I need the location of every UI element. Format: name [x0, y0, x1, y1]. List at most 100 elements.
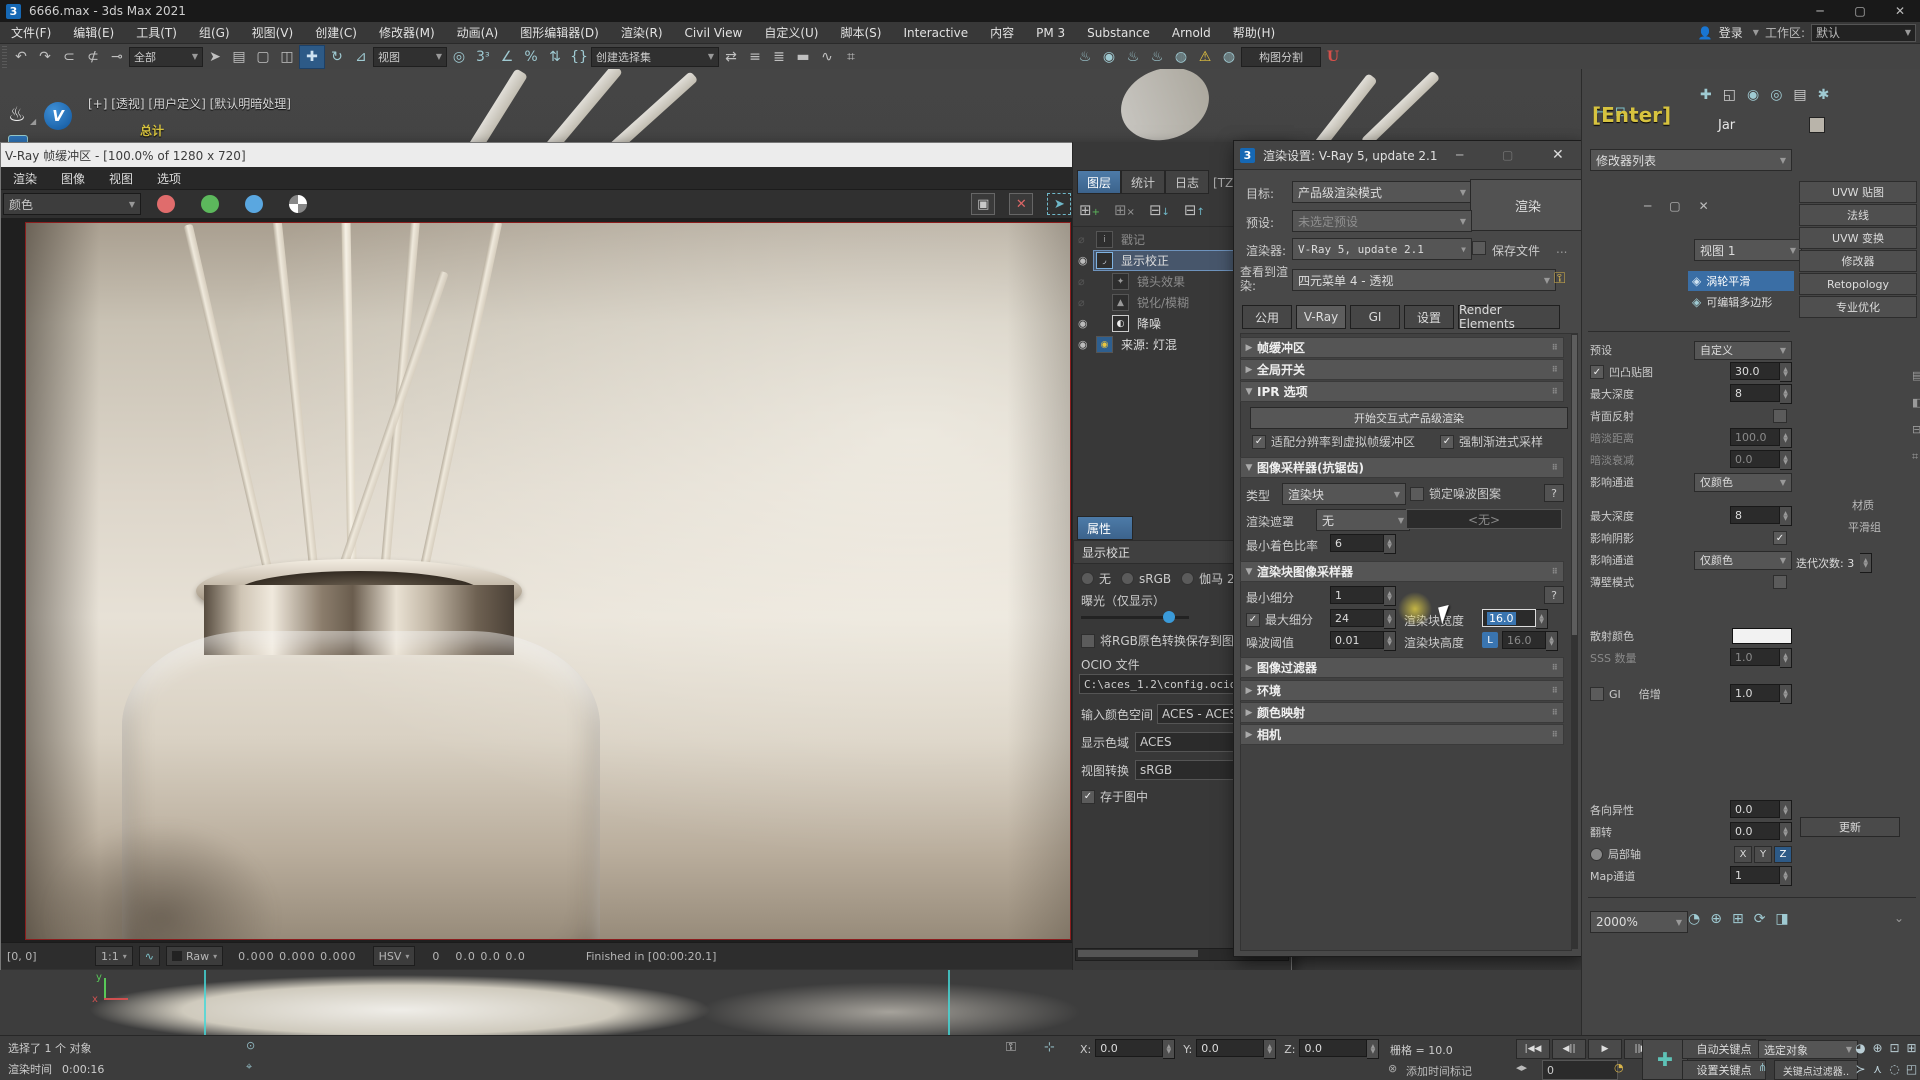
- absolute-mode-icon[interactable]: ⊹: [1044, 1040, 1055, 1055]
- param-薄壁模式-control[interactable]: [1773, 575, 1792, 589]
- menu-内容[interactable]: 内容: [979, 22, 1025, 43]
- bucket-help-button[interactable]: ?: [1544, 586, 1564, 604]
- slate-maximize-icon[interactable]: ▢: [1669, 199, 1680, 213]
- exposure-slider[interactable]: [1081, 616, 1189, 619]
- sampler-type-select[interactable]: 渲染块▼: [1282, 483, 1406, 505]
- slate-close-icon[interactable]: ✕: [1699, 199, 1709, 213]
- zoom-all-icon[interactable]: ⊕: [1869, 1039, 1886, 1057]
- keep-in-image-checkbox[interactable]: ✓: [1081, 790, 1095, 804]
- eye-visible-icon[interactable]: ◉: [1078, 338, 1094, 351]
- selection-filter-select[interactable]: 全部▼: [129, 47, 203, 67]
- strip-icon[interactable]: ⊟: [1912, 423, 1920, 436]
- material-editor-icon[interactable]: ◍: [1169, 46, 1193, 68]
- dock-tab-图层[interactable]: 图层: [1077, 170, 1121, 194]
- min-subdivs-spinner[interactable]: 1▲▼: [1330, 586, 1396, 606]
- modifier-preset-法线[interactable]: 法线: [1799, 204, 1917, 226]
- fit-resolution-checkbox[interactable]: ✓适配分辨率到虚拟帧缓冲区: [1252, 433, 1415, 450]
- modifier-preset-修改器[interactable]: 修改器: [1799, 250, 1917, 272]
- preset-select[interactable]: 未选定预设▼: [1292, 210, 1472, 232]
- composition-split-button[interactable]: 构图分割: [1241, 47, 1321, 67]
- crossing-icon[interactable]: ◫: [275, 46, 299, 68]
- modifier-preset-UVW 变换[interactable]: UVW 变换: [1799, 227, 1917, 249]
- menu-工具(T)[interactable]: 工具(T): [125, 22, 188, 43]
- tab-display-icon[interactable]: ▤: [1793, 87, 1806, 103]
- param-最大深度-control[interactable]: 8▲▼: [1730, 384, 1792, 404]
- param-暗淡距离-control[interactable]: 100.0▲▼: [1730, 428, 1792, 448]
- param-背面反射-control[interactable]: [1773, 409, 1792, 423]
- menu-编辑(E)[interactable]: 编辑(E): [62, 22, 125, 43]
- load-layers-icon[interactable]: ⊟↑: [1184, 201, 1205, 219]
- bind-icon[interactable]: ⊸: [105, 46, 129, 68]
- curve-editor-icon[interactable]: ∿: [815, 46, 839, 68]
- rollout-图像采样器(抗锯齿)[interactable]: ▼图像采样器(抗锯齿)⠿: [1240, 457, 1564, 478]
- vfb-icon[interactable]: ◉: [1097, 46, 1121, 68]
- modifier-preset-专业优化[interactable]: 专业优化: [1799, 296, 1917, 318]
- menu-图形编辑器(D)[interactable]: 图形编辑器(D): [509, 22, 610, 43]
- collapse-chevron-icon[interactable]: ⌄: [1894, 911, 1904, 925]
- eye-hidden-icon[interactable]: ⌀: [1078, 296, 1094, 309]
- modifier-stack-item[interactable]: ◈涡轮平滑: [1688, 271, 1794, 291]
- delete-layer-icon[interactable]: ⊞×: [1114, 201, 1135, 219]
- menu-帮助(H)[interactable]: 帮助(H): [1222, 22, 1286, 43]
- dialog-scrollbar[interactable]: [1571, 333, 1578, 949]
- lock-view-icon[interactable]: ⚿: [1554, 269, 1565, 287]
- render-iterative-icon[interactable]: ♨: [1145, 46, 1169, 68]
- render-production-icon[interactable]: ♨: [1121, 46, 1145, 68]
- clear-image-icon[interactable]: ✕: [1009, 193, 1033, 215]
- rollout-图像过滤器[interactable]: ▶图像过滤器⠿: [1240, 657, 1564, 678]
- tab-modify-icon[interactable]: ◱: [1723, 87, 1736, 103]
- hsv-select[interactable]: HSV▾: [373, 946, 416, 966]
- eye-hidden-icon[interactable]: ⌀: [1078, 275, 1094, 288]
- current-frame-field[interactable]: 0: [1542, 1060, 1618, 1080]
- save-file-browse[interactable]: ...: [1556, 242, 1567, 256]
- menu-视图(V)[interactable]: 视图(V): [241, 22, 305, 43]
- rollout-帧缓冲区[interactable]: ▶帧缓冲区⠿: [1240, 337, 1564, 358]
- start-ipr-button[interactable]: 开始交互式产品级渲染: [1250, 407, 1568, 429]
- slate-view-select[interactable]: 视图 1▼: [1694, 239, 1802, 261]
- menu-渲染(R)[interactable]: 渲染(R): [610, 22, 674, 43]
- menu-自定义(U)[interactable]: 自定义(U): [753, 22, 829, 43]
- rollout-IPR 选项[interactable]: ▼IPR 选项⠿: [1240, 381, 1564, 402]
- exposure-slider-thumb[interactable]: [1163, 611, 1175, 623]
- param-最大深度-control[interactable]: 8▲▼: [1730, 506, 1792, 526]
- vfb-channel-select[interactable]: 颜色▼: [3, 193, 141, 215]
- radio-无[interactable]: 无: [1081, 570, 1111, 587]
- menu-脚本(S)[interactable]: 脚本(S): [829, 22, 892, 43]
- add-time-tag[interactable]: 添加时间标记: [1406, 1063, 1472, 1079]
- use-center-icon[interactable]: ◎: [447, 46, 471, 68]
- layer-manager-icon[interactable]: ≣: [767, 46, 791, 68]
- tab-motion-icon[interactable]: ◎: [1770, 87, 1782, 103]
- menu-文件(F)[interactable]: 文件(F): [0, 22, 62, 43]
- dialog-tab-设置[interactable]: 设置: [1404, 305, 1454, 329]
- schematic-icon[interactable]: ⌗: [839, 46, 863, 68]
- rollout-相机[interactable]: ▶相机⠿: [1240, 724, 1564, 745]
- view-to-render-select[interactable]: 四元菜单 4 - 透视▼: [1292, 269, 1556, 291]
- param-散射颜色-control[interactable]: [1732, 628, 1792, 644]
- dialog-tab-V-Ray[interactable]: V-Ray: [1296, 305, 1346, 329]
- zoom-extents-all-icon[interactable]: ⊞: [1903, 1039, 1920, 1057]
- vfb-menu-选项[interactable]: 选项: [145, 170, 193, 187]
- vfb-menu-渲染[interactable]: 渲染: [1, 170, 49, 187]
- x-coordinate-field[interactable]: X:0.0▲▼: [1080, 1039, 1175, 1059]
- update-button[interactable]: 更新: [1800, 817, 1900, 837]
- menu-Civil View[interactable]: Civil View: [674, 22, 754, 43]
- param-SSS 数量-control[interactable]: 1.0▲▼: [1730, 648, 1792, 668]
- prev-key-button[interactable]: ◀||: [1552, 1039, 1586, 1059]
- param-暗淡衰减-control[interactable]: 0.0▲▼: [1730, 450, 1792, 470]
- curve-icon[interactable]: ∿: [139, 946, 160, 966]
- selection-set-field[interactable]: 创建选择集▼: [591, 47, 719, 67]
- zoom-region-icon[interactable]: ⊕: [1710, 911, 1722, 927]
- param-局部轴-control[interactable]: XYZ: [1732, 846, 1792, 863]
- spinner-snap-icon[interactable]: ⇅: [543, 46, 567, 68]
- radio-sRGB[interactable]: sRGB: [1121, 572, 1171, 586]
- move-icon[interactable]: ✚: [299, 45, 325, 69]
- fov-icon[interactable]: ≻: [1852, 1060, 1869, 1078]
- orbit-icon[interactable]: ◌: [1886, 1060, 1903, 1078]
- u-plugin-icon[interactable]: U: [1321, 46, 1345, 68]
- param-预设-control[interactable]: 自定义▼: [1694, 341, 1792, 360]
- key-filter-icon[interactable]: ⋔: [1758, 1061, 1767, 1074]
- modifier-preset-Retopology[interactable]: Retopology: [1799, 273, 1917, 295]
- link-icon[interactable]: ⊂: [57, 46, 81, 68]
- render-mask-select[interactable]: 无▼: [1316, 509, 1410, 531]
- param-影响通道-control[interactable]: 仅颜色▼: [1694, 473, 1792, 492]
